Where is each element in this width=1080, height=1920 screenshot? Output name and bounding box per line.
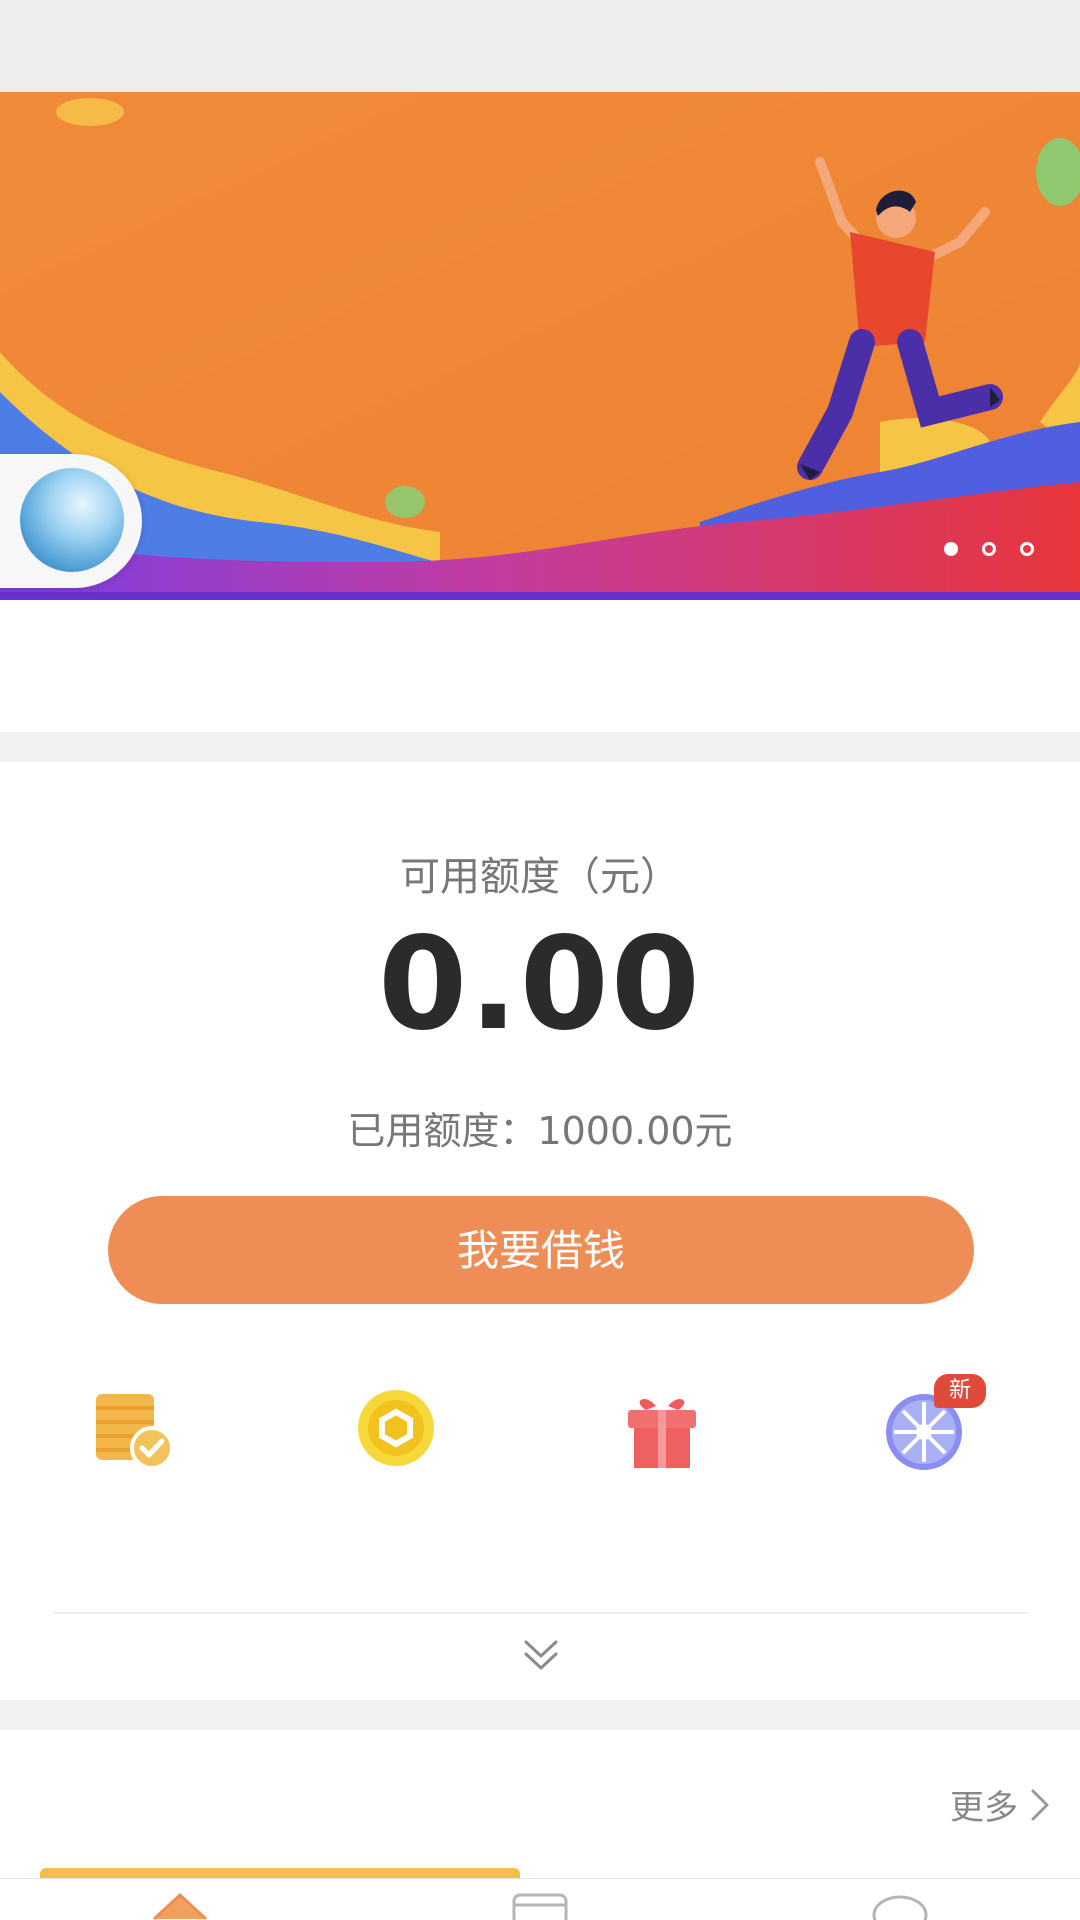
banner-thumbnail[interactable] (0, 454, 142, 588)
used-credit-text: 已用额度：1000.00元 (347, 1109, 733, 1153)
divider (54, 1612, 1028, 1614)
new-badge: 新 (934, 1374, 986, 1408)
product-section: 更多 (0, 1730, 1080, 1880)
available-credit-label: 可用额度（元） (400, 854, 680, 900)
carousel-dot[interactable] (982, 542, 996, 556)
quick-action-wheel[interactable]: 新 (884, 1374, 986, 1488)
promo-banner[interactable] (0, 92, 1080, 600)
available-credit-value: 0.00 (378, 910, 702, 1059)
quick-action-gift[interactable] (622, 1388, 712, 1488)
chat-icon (872, 1895, 928, 1920)
borrow-button[interactable]: 我要借钱 (108, 1196, 974, 1304)
app-home-screen: 可用额度（元） 0.00 已用额度：1000.00元 我要借钱 新 更多 (0, 0, 1080, 1920)
expand-more-button[interactable] (522, 1636, 560, 1676)
carousel-dot[interactable] (1020, 542, 1034, 556)
quick-action-coins[interactable] (92, 1388, 182, 1488)
gift-icon (628, 1398, 696, 1468)
banner-illustration (0, 92, 1080, 600)
thumbnail-image (20, 468, 124, 572)
carousel-dot-active[interactable] (944, 542, 958, 556)
double-chevron-down-icon (524, 1640, 558, 1670)
coins-check-icon (96, 1394, 174, 1470)
credit-card: 可用额度（元） 0.00 已用额度：1000.00元 我要借钱 新 (0, 762, 1080, 1700)
tab-card[interactable] (510, 1889, 570, 1920)
more-link[interactable]: 更多 (950, 1780, 1050, 1829)
chevron-right-icon (1031, 1789, 1049, 1820)
status-bar (0, 0, 1080, 92)
quick-actions: 新 (0, 1374, 1080, 1548)
tab-chat[interactable] (870, 1889, 930, 1920)
tab-home[interactable] (150, 1889, 210, 1920)
carousel-indicator (944, 542, 1034, 556)
notice-area (0, 600, 1080, 732)
gold-coin-icon (358, 1390, 434, 1466)
card-icon (512, 1893, 568, 1920)
home-icon (152, 1892, 208, 1920)
more-label: 更多 (950, 1788, 1018, 1828)
quick-action-coin[interactable] (352, 1388, 442, 1488)
bottom-tab-bar (0, 1878, 1080, 1920)
